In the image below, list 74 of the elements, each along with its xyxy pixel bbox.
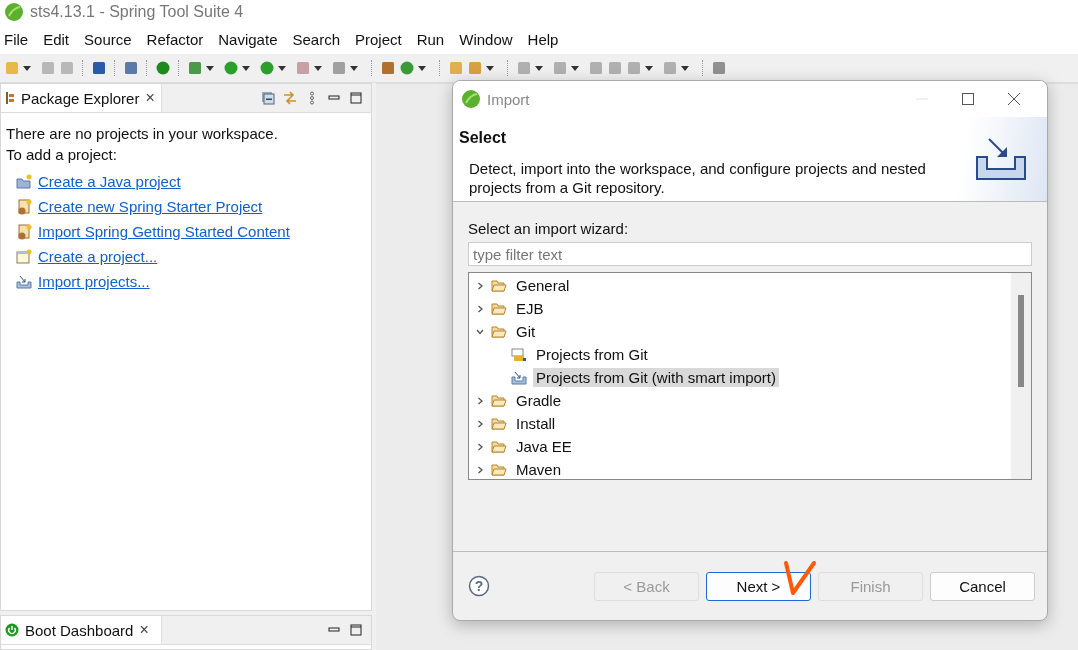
tree-item[interactable]: Git bbox=[513, 322, 539, 341]
link[interactable]: Import projects... bbox=[38, 273, 150, 290]
page-description: Detect, import into the workspace, and configure projects and nested projects from a Git repository. bbox=[468, 159, 927, 197]
chevron-right-icon[interactable] bbox=[475, 441, 485, 452]
tray-arrow-icon bbox=[16, 273, 32, 290]
filter-field[interactable]: type filter text bbox=[468, 242, 1032, 266]
tree-item[interactable]: Projects from Git bbox=[533, 345, 651, 364]
folder-star-icon bbox=[16, 173, 32, 190]
tree-item[interactable]: EJB bbox=[513, 299, 547, 318]
chevron-right-icon[interactable] bbox=[475, 464, 485, 475]
link[interactable]: Create a project... bbox=[38, 248, 158, 265]
caret-icon[interactable] bbox=[242, 65, 250, 71]
message-text: There are no projects in your workspace. bbox=[6, 124, 279, 144]
chevron-right-icon[interactable] bbox=[475, 418, 485, 429]
tree-item[interactable]: Gradle bbox=[513, 391, 565, 410]
caret-icon[interactable] bbox=[418, 65, 426, 71]
tab-label: Package Explorer bbox=[21, 89, 140, 107]
menu-item[interactable]: File bbox=[4, 30, 36, 48]
tab-label: Boot Dashboard bbox=[25, 621, 134, 639]
menu-item[interactable]: Navigate bbox=[218, 30, 285, 48]
caret-icon[interactable] bbox=[314, 65, 322, 71]
filter-label: Select an import wizard: bbox=[468, 220, 630, 237]
check-mark-drawing bbox=[783, 560, 817, 596]
tray-arrow-icon bbox=[511, 370, 527, 385]
leaf-logo-icon bbox=[4, 2, 24, 22]
caret-icon[interactable] bbox=[645, 65, 653, 71]
link[interactable]: Create new Spring Starter Project bbox=[38, 198, 263, 215]
chevron-right-icon[interactable] bbox=[475, 303, 485, 314]
package-explorer-tab[interactable]: Package Explorer × bbox=[1, 84, 162, 112]
link[interactable]: Import Spring Getting Started Content bbox=[38, 223, 290, 240]
caret-icon[interactable] bbox=[535, 65, 543, 71]
caret-icon[interactable] bbox=[486, 65, 494, 71]
scrollbar[interactable] bbox=[1011, 273, 1031, 479]
link-arrows-icon[interactable] bbox=[283, 91, 297, 105]
menu-item[interactable]: Edit bbox=[43, 30, 77, 48]
caret-icon[interactable] bbox=[571, 65, 579, 71]
close-icon[interactable]: × bbox=[139, 621, 149, 639]
menu-item[interactable]: Window bbox=[459, 30, 520, 48]
caret-icon[interactable] bbox=[681, 65, 689, 71]
menu-item[interactable]: Source bbox=[84, 30, 139, 48]
menu-item[interactable]: Help bbox=[527, 30, 566, 48]
git-badge-icon bbox=[511, 347, 527, 362]
caret-icon[interactable] bbox=[278, 65, 286, 71]
help-icon[interactable]: ? bbox=[468, 575, 490, 597]
dialog-button[interactable]: Cancel bbox=[930, 571, 1035, 601]
dialog-button[interactable]: Next > bbox=[706, 571, 811, 601]
caret-icon[interactable] bbox=[350, 65, 358, 71]
menu-item[interactable]: Refactor bbox=[146, 30, 211, 48]
tree-item[interactable]: General bbox=[513, 276, 573, 295]
maximize-icon[interactable] bbox=[349, 623, 363, 637]
chevron-right-icon[interactable] bbox=[475, 395, 485, 406]
caret-icon[interactable] bbox=[23, 65, 31, 71]
tree-item[interactable]: Java EE bbox=[513, 437, 575, 456]
maximize-icon[interactable] bbox=[961, 92, 975, 106]
menu-item[interactable]: Run bbox=[416, 30, 452, 48]
menu-item[interactable]: Search bbox=[292, 30, 347, 48]
menu-item[interactable]: Project bbox=[355, 30, 409, 48]
page-heading: Select bbox=[459, 129, 508, 147]
import-tray-icon bbox=[975, 137, 1027, 181]
leaf-logo-icon bbox=[461, 89, 481, 109]
tree-item[interactable]: Projects from Git (with smart import) bbox=[533, 368, 780, 387]
window-title: sts4.13.1 - Spring Tool Suite 4 bbox=[30, 3, 244, 21]
link[interactable]: Create a Java project bbox=[38, 173, 181, 190]
dialog-title: Import bbox=[487, 90, 530, 108]
tree-item[interactable]: Install bbox=[513, 414, 559, 433]
close-icon[interactable]: × bbox=[145, 89, 155, 107]
close-icon[interactable] bbox=[1007, 92, 1021, 106]
message-text: To add a project: bbox=[6, 145, 118, 165]
chevron-right-icon[interactable] bbox=[475, 280, 485, 291]
boot-dashboard-tab[interactable]: Boot Dashboard × bbox=[1, 616, 162, 644]
tree-item[interactable]: Maven bbox=[513, 460, 565, 479]
caret-icon[interactable] bbox=[206, 65, 214, 71]
maximize-icon[interactable] bbox=[349, 91, 363, 105]
collapse-all-icon[interactable] bbox=[261, 91, 275, 105]
